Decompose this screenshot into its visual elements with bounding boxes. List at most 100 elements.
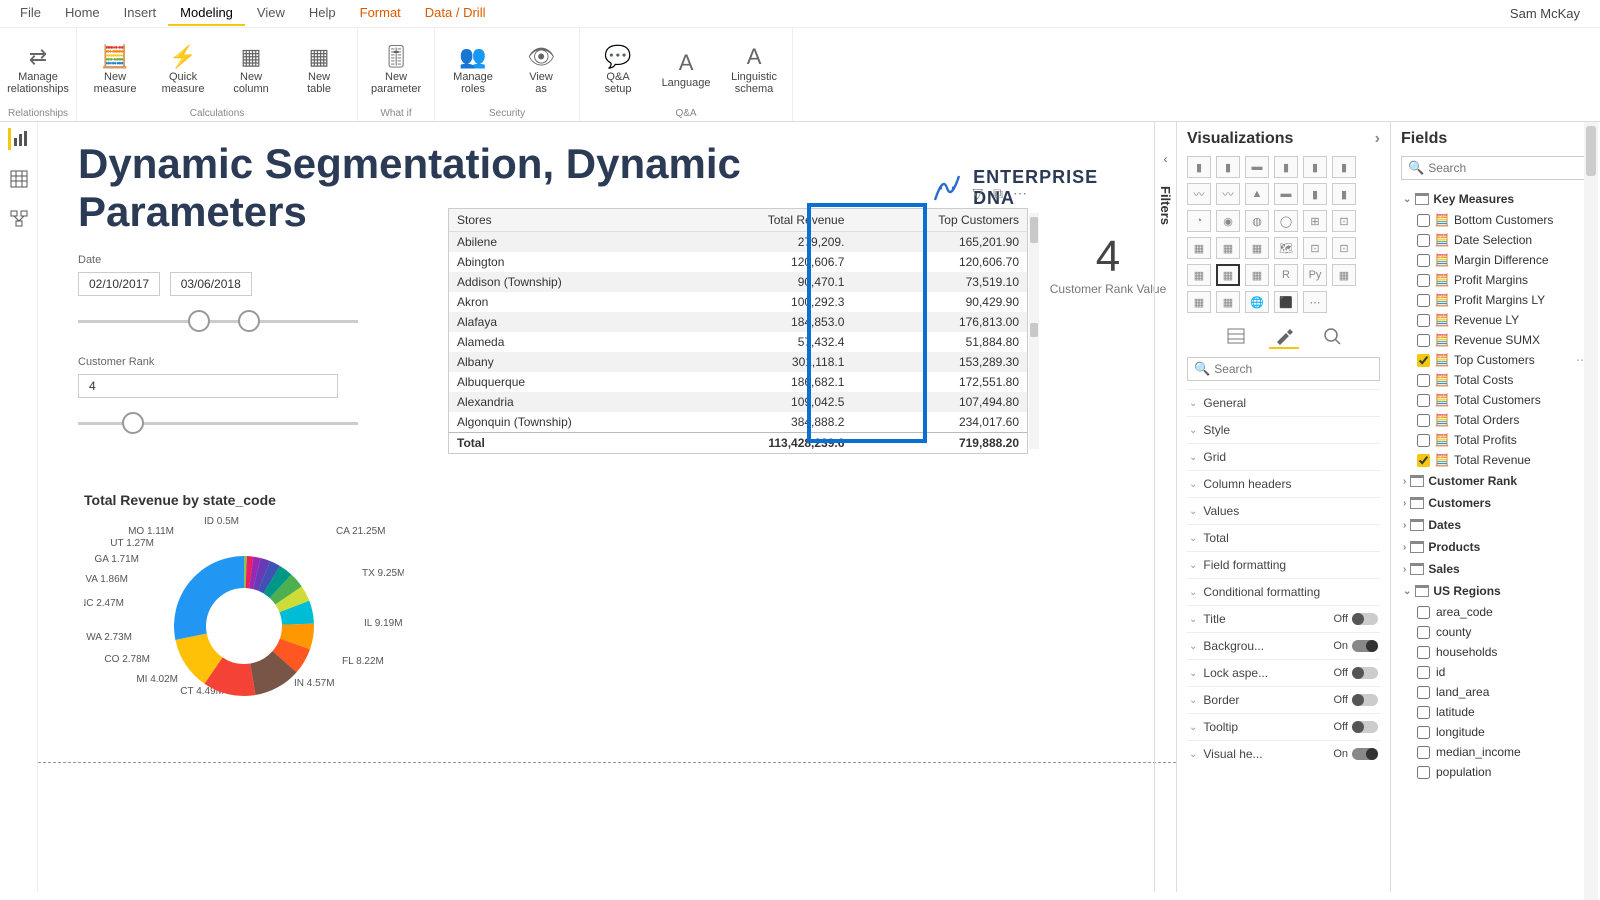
format-section-column-headers[interactable]: ⌄Column headers	[1187, 470, 1380, 497]
vis-type-1[interactable]: ▮	[1216, 156, 1240, 178]
format-section-values[interactable]: ⌄Values	[1187, 497, 1380, 524]
table-products[interactable]: ›Products	[1401, 536, 1590, 558]
vis-type-26[interactable]: ▦	[1245, 264, 1269, 286]
vis-type-30[interactable]: ▦	[1187, 291, 1211, 313]
format-section-title[interactable]: ⌄TitleOff	[1187, 605, 1380, 632]
vis-type-0[interactable]: ▮	[1187, 156, 1211, 178]
vis-type-24[interactable]: ▦	[1187, 264, 1211, 286]
format-section-style[interactable]: ⌄Style	[1187, 416, 1380, 443]
slider-handle-right[interactable]	[238, 310, 260, 332]
field-land-area[interactable]: land_area	[1401, 682, 1590, 702]
date-slider[interactable]	[78, 310, 358, 334]
report-canvas[interactable]: Dynamic Segmentation, Dynamic Parameters…	[38, 122, 1176, 900]
vis-type-11[interactable]: ▮	[1332, 183, 1356, 205]
fields-tab-icon[interactable]	[1221, 323, 1251, 349]
filters-pane-collapsed[interactable]: ‹ Filters	[1154, 122, 1176, 892]
vis-type-28[interactable]: Py	[1303, 264, 1327, 286]
ribbon-language[interactable]: ALanguage	[656, 49, 716, 89]
table-row[interactable]: Abilene279,209.165,201.90	[449, 232, 1027, 253]
table-row[interactable]: Abington120,606.7120,606.70	[449, 252, 1027, 272]
vis-type-4[interactable]: ▮	[1303, 156, 1327, 178]
vis-type-32[interactable]: 🌐	[1245, 291, 1269, 313]
format-section-general[interactable]: ⌄General	[1187, 389, 1380, 416]
format-section-border[interactable]: ⌄BorderOff	[1187, 686, 1380, 713]
field-longitude[interactable]: longitude	[1401, 722, 1590, 742]
format-section-conditional-formatting[interactable]: ⌄Conditional formatting	[1187, 578, 1380, 605]
slider-handle-left[interactable]	[188, 310, 210, 332]
field-total-orders[interactable]: 🧮Total Orders	[1401, 410, 1590, 430]
table-row[interactable]: Alexandria109,042.5107,494.80	[449, 392, 1027, 412]
card-visual[interactable]: 4 Customer Rank Value	[1048, 232, 1168, 296]
format-tab-icon[interactable]	[1269, 323, 1299, 349]
menu-format[interactable]: Format	[348, 1, 413, 26]
vis-type-33[interactable]: ⬛	[1274, 291, 1298, 313]
vis-type-22[interactable]: ⊡	[1303, 237, 1327, 259]
vis-type-18[interactable]: ▦	[1187, 237, 1211, 259]
vis-type-9[interactable]: ▬	[1274, 183, 1298, 205]
table-sales[interactable]: ›Sales	[1401, 558, 1590, 580]
ribbon-linguistic-schema[interactable]: ALinguisticschema	[724, 43, 784, 95]
ribbon-new-measure[interactable]: 🧮Newmeasure	[85, 43, 145, 95]
table-row[interactable]: Alafaya184,853.0176,813.00	[449, 312, 1027, 332]
menu-modeling[interactable]: Modeling	[168, 1, 245, 26]
vis-type-8[interactable]: ▲	[1245, 183, 1269, 205]
vis-type-10[interactable]: ▮	[1303, 183, 1327, 205]
table-row[interactable]: Alameda57,432.451,884.80	[449, 332, 1027, 352]
donut-slice-CA[interactable]	[174, 556, 244, 640]
date-slicer[interactable]: Date 02/10/2017 03/06/2018	[78, 254, 378, 334]
format-section-total[interactable]: ⌄Total	[1187, 524, 1380, 551]
table-header[interactable]: Stores	[449, 209, 685, 232]
field-margin-difference[interactable]: 🧮Margin Difference	[1401, 250, 1590, 270]
table-key-measures[interactable]: ⌄Key Measures	[1401, 188, 1590, 210]
menu-home[interactable]: Home	[53, 1, 112, 26]
vis-type-27[interactable]: R	[1274, 264, 1298, 286]
table-header[interactable]: Top Customers	[852, 209, 1027, 232]
ribbon-new-column[interactable]: ▦Newcolumn	[221, 43, 281, 95]
field-households[interactable]: households	[1401, 642, 1590, 662]
vis-type-29[interactable]: ▦	[1332, 264, 1356, 286]
vis-type-31[interactable]: ▦	[1216, 291, 1240, 313]
format-section-visual-he-[interactable]: ⌄Visual he...On	[1187, 740, 1380, 767]
ribbon-new-parameter[interactable]: 🎚Newparameter	[366, 43, 426, 95]
rank-slider[interactable]	[78, 412, 358, 436]
menu-file[interactable]: File	[8, 1, 53, 26]
field-revenue-ly[interactable]: 🧮Revenue LY	[1401, 310, 1590, 330]
data-view-icon[interactable]	[8, 168, 30, 190]
table-row[interactable]: Albany301,118.1153,289.30	[449, 352, 1027, 372]
format-section-tooltip[interactable]: ⌄TooltipOff	[1187, 713, 1380, 740]
table-customer-rank[interactable]: ›Customer Rank	[1401, 470, 1590, 492]
vis-type-12[interactable]: ◔	[1187, 210, 1211, 232]
vis-type-21[interactable]: 🗺	[1274, 237, 1298, 259]
rank-value-input[interactable]: 4	[78, 374, 338, 398]
format-search[interactable]: 🔍	[1187, 357, 1380, 381]
field-top-customers[interactable]: 🧮Top Customers⋯	[1401, 350, 1590, 370]
rank-slider-handle[interactable]	[122, 412, 144, 434]
rank-slicer[interactable]: Customer Rank 4	[78, 356, 378, 436]
table-scrollbar[interactable]	[1029, 213, 1039, 449]
table-us-regions[interactable]: ⌄US Regions	[1401, 580, 1590, 602]
fields-search[interactable]: 🔍	[1401, 156, 1590, 180]
donut-visual[interactable]: Total Revenue by state_code ID 0.5MMO 1.…	[84, 492, 404, 739]
vis-type-14[interactable]: ◍	[1245, 210, 1269, 232]
table-dates[interactable]: ›Dates	[1401, 514, 1590, 536]
table-row[interactable]: Algonquin (Township)384,888.2234,017.60	[449, 412, 1027, 433]
format-section-lock-aspe-[interactable]: ⌄Lock aspe...Off	[1187, 659, 1380, 686]
expand-filters-icon[interactable]: ‹	[1164, 152, 1168, 166]
vis-type-19[interactable]: ▦	[1216, 237, 1240, 259]
vis-type-20[interactable]: ▦	[1245, 237, 1269, 259]
field-total-costs[interactable]: 🧮Total Costs	[1401, 370, 1590, 390]
table-header[interactable]: Total Revenue	[685, 209, 852, 232]
field-total-profits[interactable]: 🧮Total Profits	[1401, 430, 1590, 450]
report-view-icon[interactable]	[8, 128, 30, 150]
field-county[interactable]: county	[1401, 622, 1590, 642]
table-row[interactable]: Akron100,292.390,429.90	[449, 292, 1027, 312]
field-area-code[interactable]: area_code	[1401, 602, 1590, 622]
vis-type-7[interactable]: 〰	[1216, 183, 1240, 205]
fields-search-input[interactable]	[1428, 161, 1583, 175]
vis-type-13[interactable]: ◉	[1216, 210, 1240, 232]
focus-icon[interactable]: ⧉	[993, 185, 1003, 202]
vis-type-3[interactable]: ▮	[1274, 156, 1298, 178]
analytics-tab-icon[interactable]	[1317, 323, 1347, 349]
ribbon-view-as[interactable]: 👁Viewas	[511, 43, 571, 95]
menu-help[interactable]: Help	[297, 1, 348, 26]
